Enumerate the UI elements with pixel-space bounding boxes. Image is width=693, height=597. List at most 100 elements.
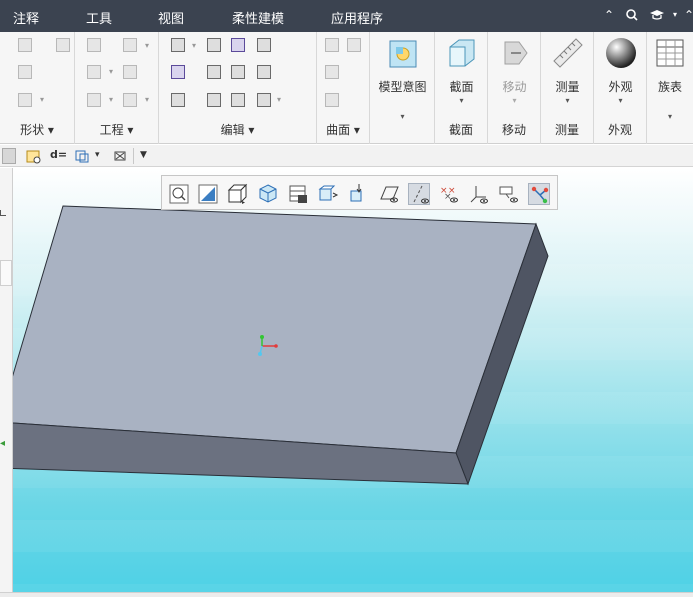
model-tree-panel[interactable]: ◂ <box>0 168 13 592</box>
csys-display-icon[interactable] <box>468 183 490 205</box>
group-engineering-label[interactable]: 工程 ▾ <box>75 121 158 138</box>
group-engineering: ▾ ▾ ▾ ▾ 工程 ▾ <box>75 32 159 144</box>
search-icon[interactable] <box>624 7 640 23</box>
chamfer-icon[interactable] <box>85 63 103 81</box>
thicken-icon[interactable] <box>169 91 187 109</box>
freestyle-icon[interactable] <box>323 91 341 109</box>
dropdown-icon[interactable]: ▾ <box>541 96 594 105</box>
appearance-button-label: 外观 <box>608 80 633 94</box>
move-button[interactable]: 移动 ▾ <box>488 32 541 112</box>
collapse-arrow-icon[interactable] <box>0 210 6 216</box>
model-intent-button[interactable]: 模型意图 ▾ <box>370 32 435 122</box>
group-section-label: 截面 <box>448 123 473 137</box>
dropdown-icon[interactable]: ▾ <box>192 42 200 50</box>
perspective-icon[interactable] <box>317 183 339 205</box>
section-button[interactable]: 截面 ▾ <box>435 32 488 112</box>
trim-icon[interactable] <box>229 36 247 54</box>
group-measure: 测量 ▾ 测量 <box>541 32 594 144</box>
dropdown-icon[interactable]: ▾ <box>277 96 285 104</box>
dropdown-icon[interactable]: ▾ <box>95 150 100 166</box>
family-table-button[interactable]: 族表 ▾ <box>647 32 693 127</box>
svg-text:▸: ▸ <box>242 199 245 205</box>
group-shape-label[interactable]: 形状 ▾ <box>0 121 74 138</box>
fill-icon[interactable] <box>323 36 341 54</box>
offset-icon[interactable] <box>205 63 223 81</box>
group-measure-label: 测量 <box>554 123 579 137</box>
sweep-icon[interactable] <box>54 36 72 54</box>
dropdown-icon[interactable]: ▾ <box>594 96 647 105</box>
extend-icon[interactable] <box>169 63 187 81</box>
menu-annotate[interactable]: 注释 <box>13 8 39 27</box>
group-edit-label[interactable]: 编辑 ▾ <box>159 121 316 138</box>
panel-arrow-icon[interactable]: ◂ <box>0 438 5 449</box>
extrude-icon[interactable] <box>16 36 34 54</box>
draft-icon[interactable] <box>85 91 103 109</box>
dropdown-icon[interactable]: ▾ <box>488 96 541 105</box>
measure-button[interactable]: 测量 ▾ <box>541 32 594 112</box>
section-button-label: 截面 <box>449 80 474 94</box>
boundary-blend-icon[interactable] <box>345 36 363 54</box>
group-model-intent: 模型意图 ▾ <box>370 32 435 144</box>
menu-flexible-modeling[interactable]: 柔性建模 <box>232 8 284 27</box>
revolve-icon[interactable] <box>16 63 34 81</box>
repaint-icon[interactable] <box>528 183 550 205</box>
shell-icon[interactable] <box>121 63 139 81</box>
merge-icon[interactable] <box>255 36 273 54</box>
group-surface-label[interactable]: 曲面 ▾ <box>317 121 369 138</box>
collapse-ribbon-icon[interactable]: ⌃ <box>601 7 617 23</box>
mirror-icon[interactable] <box>205 36 223 54</box>
group-family-table: 族表 ▾ <box>647 32 693 144</box>
style-icon[interactable] <box>323 63 341 81</box>
pattern-icon[interactable] <box>169 36 187 54</box>
axis-display-icon[interactable] <box>408 183 430 205</box>
graphics-window[interactable]: ▸ × × × <box>13 168 693 592</box>
group-move-label: 移动 <box>501 123 526 137</box>
dropdown-icon[interactable]: ▾ <box>40 96 48 104</box>
dropdown-icon[interactable]: ▾ <box>145 42 153 50</box>
menu-view[interactable]: 视图 <box>158 8 184 27</box>
dropdown-icon[interactable]: ▾ <box>109 96 117 104</box>
round-icon[interactable] <box>121 36 139 54</box>
split-icon[interactable] <box>255 91 273 109</box>
ribbon: ▾ 形状 ▾ ▾ ▾ ▾ ▾ 工程 ▾ ▾ ▾ 编辑 ▾ 曲面 ▾ 模型意图 ▾… <box>0 32 693 144</box>
zoom-icon[interactable] <box>168 183 190 205</box>
menu-tools[interactable]: 工具 <box>86 8 112 27</box>
plane-display-icon[interactable] <box>378 183 400 205</box>
feature-requirements-icon[interactable] <box>26 148 42 164</box>
refit-icon[interactable] <box>197 183 219 205</box>
display-style-icon[interactable]: ▸ <box>226 183 248 206</box>
quick-access-toolbar: d= ▾ ▼ <box>0 145 693 167</box>
menu-bar: 注释 工具 视图 柔性建模 应用程序 ⌃ ▾ ⌃ <box>0 0 693 32</box>
blend-icon[interactable] <box>16 91 34 109</box>
rib-icon[interactable] <box>121 91 139 109</box>
appearance-button[interactable]: 外观 ▾ <box>594 32 647 112</box>
panel-tab[interactable] <box>0 260 12 286</box>
view-icon[interactable] <box>74 148 90 164</box>
view-manager-icon[interactable] <box>287 183 309 205</box>
spin-center-icon[interactable] <box>347 183 369 205</box>
plate-model[interactable] <box>13 168 693 592</box>
saved-views-icon[interactable] <box>257 183 279 205</box>
point-display-icon[interactable]: × × × <box>438 183 460 205</box>
help-icon[interactable] <box>648 7 664 23</box>
hole-icon[interactable] <box>85 36 103 54</box>
dropdown-icon[interactable]: ▾ <box>145 96 153 104</box>
move-icon <box>504 41 528 65</box>
dropdown-icon[interactable]: ▾ <box>109 68 117 76</box>
expand-icon[interactable]: ⌃ <box>681 7 693 23</box>
solidify-icon[interactable] <box>205 91 223 109</box>
annotation-display-icon[interactable] <box>498 183 520 205</box>
remove-icon[interactable] <box>229 91 247 109</box>
relations-button[interactable]: d= <box>50 148 67 164</box>
customize-toolbar-icon[interactable]: ▼ <box>140 150 147 166</box>
group-appearance-label: 外观 <box>607 123 632 137</box>
regenerate-icon[interactable] <box>2 148 16 164</box>
close-window-icon[interactable] <box>113 148 129 164</box>
menu-applications[interactable]: 应用程序 <box>331 8 383 27</box>
dropdown-icon[interactable]: ▾ <box>370 112 435 121</box>
dropdown-icon[interactable]: ▾ <box>435 96 488 105</box>
ruler-icon <box>553 38 583 68</box>
dropdown-icon[interactable]: ▾ <box>647 112 693 121</box>
project-icon[interactable] <box>229 63 247 81</box>
intersect-icon[interactable] <box>255 63 273 81</box>
